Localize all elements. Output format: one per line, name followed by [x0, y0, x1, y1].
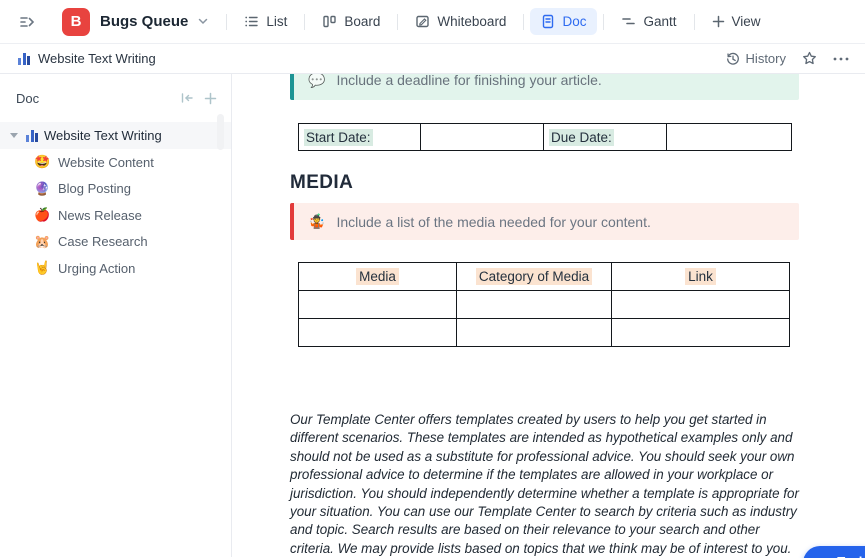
doc-title: Website Text Writing: [38, 51, 156, 66]
add-page-icon[interactable]: [204, 92, 217, 105]
template-disclaimer: Our Template Center offers templates cre…: [290, 411, 802, 557]
table-row: [299, 319, 790, 347]
workspace-switcher[interactable]: B Bugs Queue: [62, 8, 208, 36]
breadcrumb[interactable]: Website Text Writing: [18, 51, 156, 66]
tree-item-case-research[interactable]: 🐹 Case Research: [0, 229, 231, 256]
tab-gantt[interactable]: Gantt: [610, 8, 687, 35]
tree-item-blog-posting[interactable]: 🔮 Blog Posting: [0, 176, 231, 203]
table-cell[interactable]: [299, 319, 457, 347]
table-row: Start Date: Due Date:: [299, 124, 792, 151]
media-header-cell[interactable]: Media: [299, 263, 457, 291]
gantt-icon: [621, 14, 636, 29]
tree-root-label: Website Text Writing: [44, 128, 162, 143]
table-cell[interactable]: [457, 319, 612, 347]
star-icon[interactable]: [802, 51, 817, 66]
table-cell[interactable]: [612, 319, 790, 347]
media-heading: MEDIA: [290, 172, 865, 194]
tab-whiteboard[interactable]: Whiteboard: [404, 8, 517, 35]
sidebar-toggle-icon[interactable]: [14, 9, 40, 35]
due-date-cell[interactable]: Due Date:: [544, 124, 667, 151]
doc-header-bar: Website Text Writing History: [0, 44, 865, 74]
view-tabs: List Board Whiteboard: [226, 0, 777, 43]
top-bar: B Bugs Queue List Board: [0, 0, 865, 44]
workspace-name: Bugs Queue: [100, 13, 188, 30]
table-cell[interactable]: [612, 291, 790, 319]
tab-add-view[interactable]: View: [701, 8, 772, 35]
tab-label: Gantt: [643, 14, 676, 29]
table-header-row: Media Category of Media Link: [299, 263, 790, 291]
table-cell[interactable]: [299, 291, 457, 319]
tree-item-urging-action[interactable]: 🤘 Urging Action: [0, 255, 231, 282]
tab-label: Whiteboard: [437, 14, 506, 29]
plus-icon: [712, 15, 725, 28]
whiteboard-icon: [415, 14, 430, 29]
doc-content[interactable]: 💬 Include a deadline for finishing your …: [232, 74, 865, 557]
media-table[interactable]: Media Category of Media Link: [298, 262, 790, 347]
speech-balloon-icon: 💬: [308, 74, 325, 89]
category-header-cell[interactable]: Category of Media: [457, 263, 612, 291]
board-icon: [322, 14, 337, 29]
tab-label: Board: [344, 14, 380, 29]
chevron-down-icon: [198, 18, 208, 25]
table-row: [299, 291, 790, 319]
page-emoji: 🔮: [34, 181, 50, 197]
tab-list[interactable]: List: [233, 8, 298, 35]
page-emoji: 🤩: [34, 154, 50, 170]
page-emoji: 🍎: [34, 207, 50, 223]
deadline-callout[interactable]: 💬 Include a deadline for finishing your …: [290, 74, 799, 100]
list-icon: [244, 14, 259, 29]
tab-label: Doc: [562, 14, 586, 29]
more-icon[interactable]: [833, 57, 849, 61]
bar-chart-icon: [26, 130, 38, 142]
tab-board[interactable]: Board: [311, 8, 391, 35]
juggler-icon: 🤹: [308, 213, 325, 230]
add-task-button[interactable]: + Task: [803, 546, 865, 558]
sidebar-header-label: Doc: [16, 91, 39, 106]
date-table[interactable]: Start Date: Due Date:: [298, 123, 792, 151]
doc-sidebar: Doc Website Text Writing: [0, 74, 232, 557]
history-label: History: [746, 51, 786, 66]
doc-icon: [541, 14, 555, 29]
start-date-cell[interactable]: Start Date:: [299, 124, 421, 151]
page-emoji: 🤘: [34, 260, 50, 276]
history-button[interactable]: History: [726, 51, 786, 66]
link-header-cell[interactable]: Link: [612, 263, 790, 291]
tab-doc[interactable]: Doc: [530, 8, 597, 35]
due-date-value-cell[interactable]: [667, 124, 792, 151]
sidebar-scrollbar[interactable]: [217, 114, 224, 150]
history-clock-icon: [726, 52, 740, 66]
deadline-callout-text: Include a deadline for finishing your ar…: [336, 74, 601, 88]
media-callout-text: Include a list of the media needed for y…: [336, 214, 650, 230]
media-callout[interactable]: 🤹 Include a list of the media needed for…: [290, 203, 799, 240]
workspace-logo: B: [62, 8, 90, 36]
table-cell[interactable]: [457, 291, 612, 319]
tree-item-website-content[interactable]: 🤩 Website Content: [0, 149, 231, 176]
tab-label: View: [732, 14, 761, 29]
bar-chart-icon: [18, 53, 30, 65]
page-emoji: 🐹: [34, 234, 50, 250]
tab-label: List: [266, 14, 287, 29]
start-date-value-cell[interactable]: [421, 124, 544, 151]
tree-item-news-release[interactable]: 🍎 News Release: [0, 202, 231, 229]
collapse-sidebar-icon[interactable]: [180, 92, 194, 105]
expand-caret-icon[interactable]: [10, 133, 18, 138]
tree-item-website-text-writing[interactable]: Website Text Writing: [0, 122, 231, 149]
